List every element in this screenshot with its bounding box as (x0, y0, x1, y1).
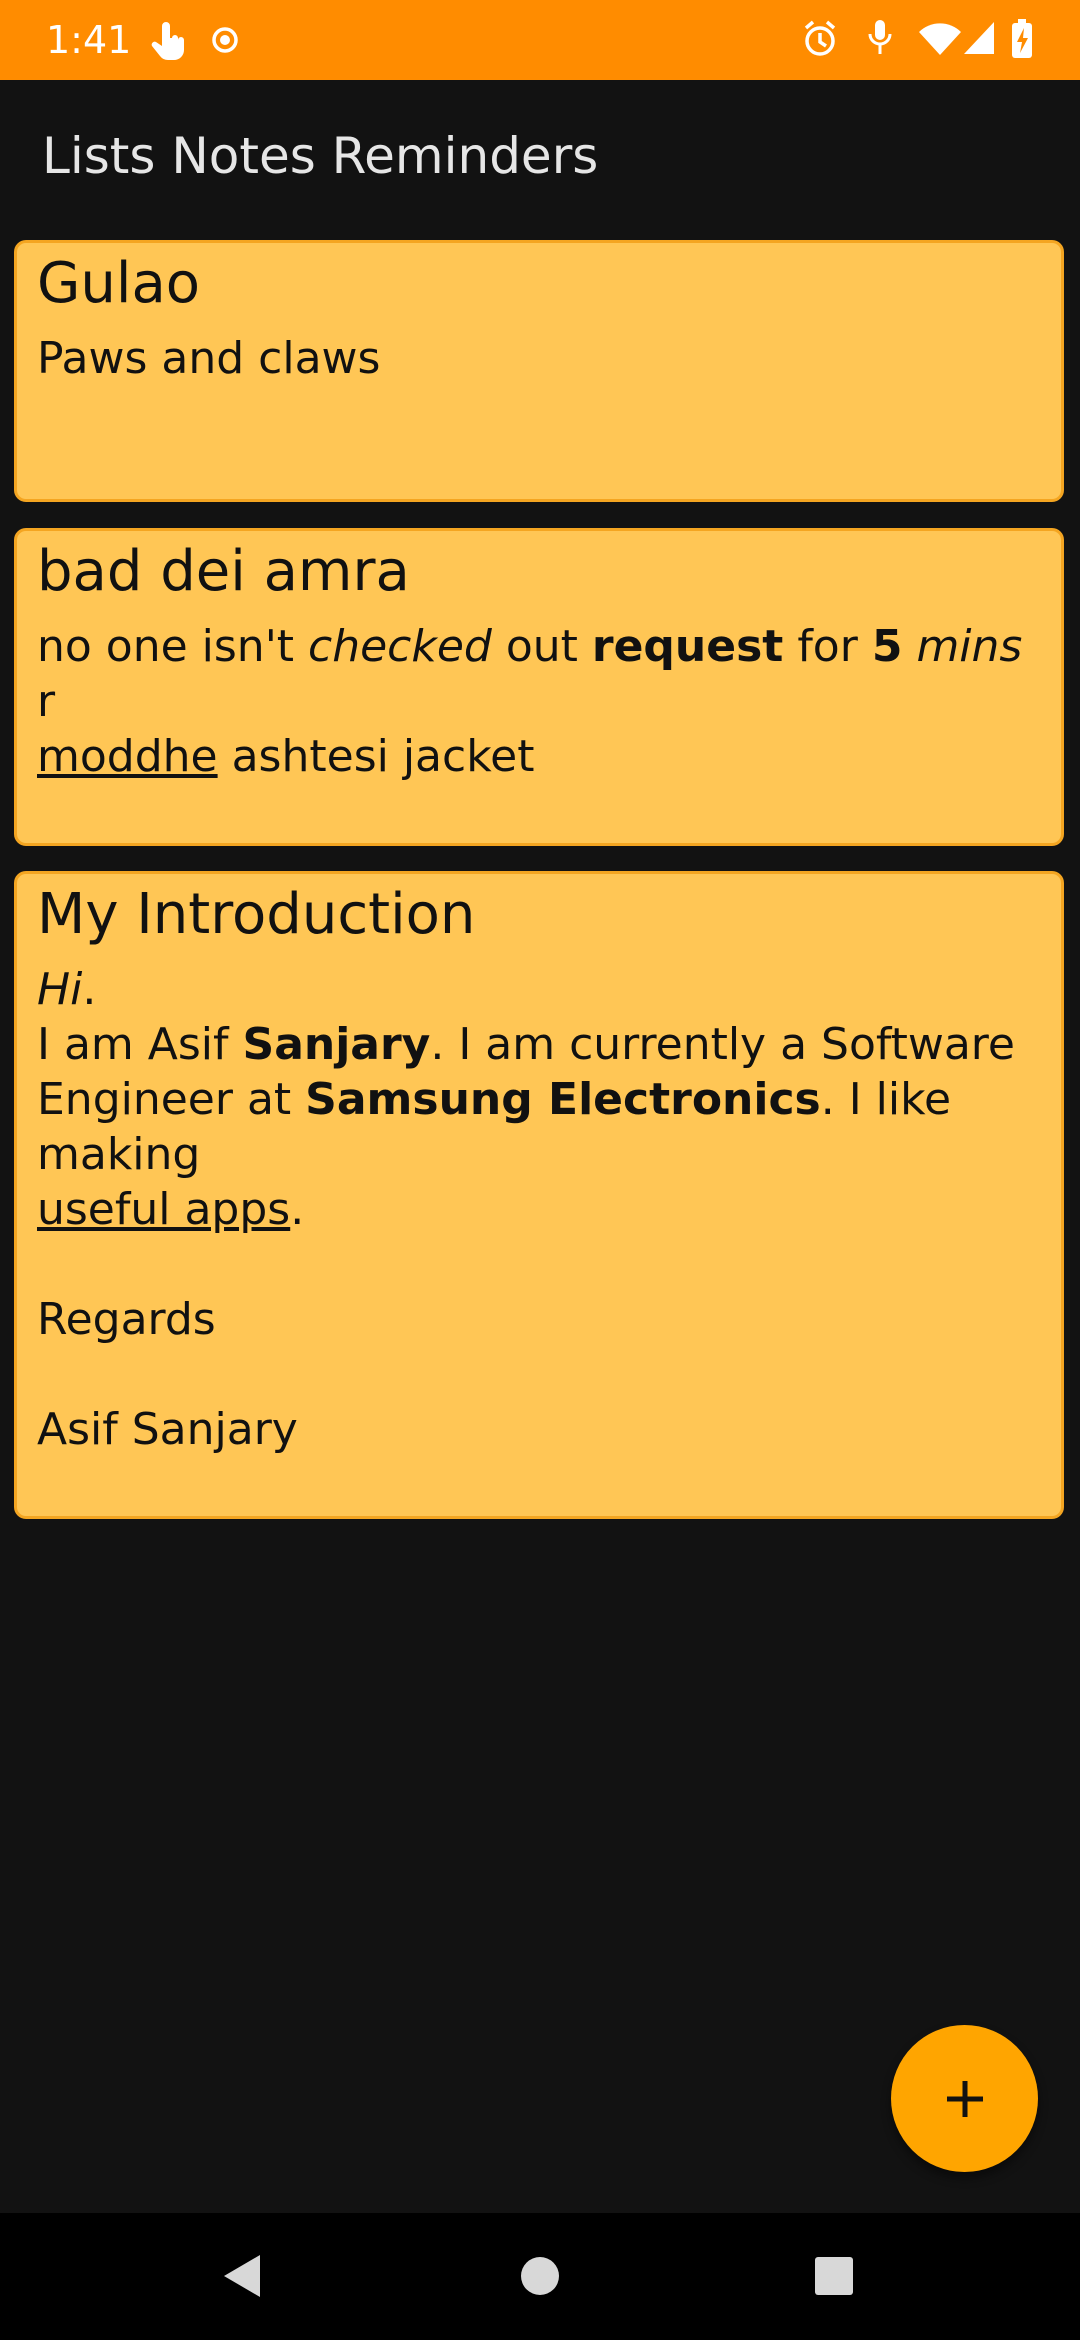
back-icon[interactable] (220, 2251, 264, 2301)
note-text: Asif Sanjary (37, 1404, 298, 1455)
note-card[interactable]: My Introduction Hi. I am Asif Sanjary. I… (14, 871, 1064, 1519)
app-title: Lists Notes Reminders (42, 127, 599, 185)
bold-text: Samsung Electronics (305, 1074, 821, 1125)
bold-text: 5 (871, 621, 903, 672)
note-card[interactable]: Gulao Paws and claws (14, 240, 1064, 502)
record-icon (212, 27, 238, 53)
status-bar: 1:41 (0, 0, 1080, 80)
note-title: My Introduction (37, 882, 476, 947)
alarm-icon (804, 20, 836, 56)
note-line: Engineer at Samsung Electronics. I like … (37, 1072, 1041, 1182)
note-title: bad dei amra (37, 539, 410, 604)
plus-icon (946, 2080, 983, 2117)
add-note-button[interactable] (891, 2025, 1038, 2172)
note-body: no one isn't checked out request for 5 m… (37, 619, 1041, 784)
note-line: Hi. (37, 962, 1041, 1017)
note-body-text: Paws and claws (37, 333, 381, 384)
note-body: Hi. I am Asif Sanjary. I am currently a … (37, 962, 1041, 1457)
bold-text: request (591, 621, 784, 672)
note-text: r (37, 676, 56, 727)
bold-text: Sanjary (242, 1019, 431, 1070)
note-text: . (82, 964, 97, 1015)
note-line: I am Asif Sanjary. I am currently a Soft… (37, 1017, 1041, 1072)
status-time: 1:41 (46, 18, 132, 62)
italic-text: mins (916, 621, 1023, 672)
wifi-icon (919, 23, 961, 55)
note-text: . I am currently a Software (430, 1019, 1015, 1070)
note-text: I am Asif (37, 1019, 243, 1070)
home-icon[interactable] (520, 2256, 560, 2296)
mic-icon (868, 20, 892, 54)
note-text: for (783, 621, 872, 672)
note-line: Regards (37, 1292, 1041, 1347)
note-body: Paws and claws (37, 331, 1041, 386)
underlined-text: moddhe (37, 731, 218, 782)
touch-icon (151, 22, 184, 60)
italic-text: Hi (37, 964, 83, 1015)
note-text: Engineer at (37, 1074, 306, 1125)
note-card[interactable]: bad dei amra no one isn't checked out re… (14, 528, 1064, 846)
note-text: out (491, 621, 592, 672)
note-text (902, 621, 916, 672)
note-text: Regards (37, 1294, 216, 1345)
underlined-text: useful apps (37, 1184, 291, 1235)
note-line: useful apps. (37, 1182, 1041, 1237)
navigation-bar (0, 2213, 1080, 2340)
note-text: no one isn't (37, 621, 309, 672)
note-text: . (290, 1184, 305, 1235)
note-line: Asif Sanjary (37, 1402, 1041, 1457)
battery-charging-icon (1012, 19, 1032, 58)
italic-text: checked (308, 621, 492, 672)
note-text: ashtesi jacket (217, 731, 535, 782)
note-title: Gulao (37, 251, 201, 316)
recents-icon[interactable] (815, 2257, 853, 2295)
signal-icon (964, 22, 994, 54)
